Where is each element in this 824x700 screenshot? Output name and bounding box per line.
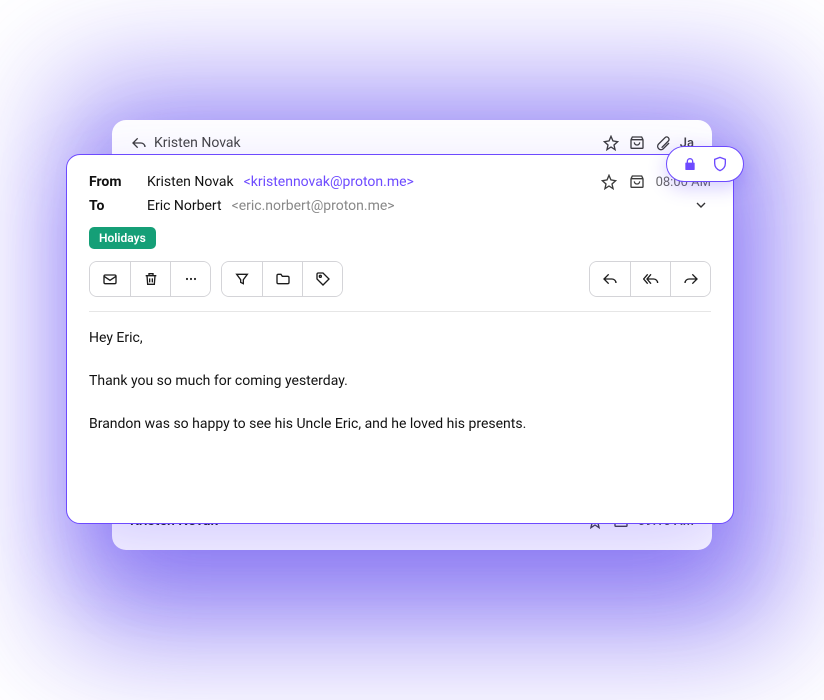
to-name: Eric Norbert (147, 198, 222, 214)
action-group-reply (589, 261, 711, 297)
label-tag[interactable]: Holidays (89, 227, 156, 249)
mark-unread-button[interactable] (90, 262, 130, 296)
from-label: From (89, 174, 137, 190)
folder-button[interactable] (262, 262, 302, 296)
from-email[interactable]: <kristennovak@proton.me> (244, 174, 414, 190)
body-para-2: Thank you so much for coming yesterday. (89, 371, 711, 392)
inbox-icon[interactable] (628, 173, 646, 191)
expand-recipients-button[interactable] (693, 197, 711, 215)
body-para-3: Brandon was so happy to see his Uncle Er… (89, 414, 711, 435)
from-row: From Kristen Novak <kristennovak@proton.… (89, 173, 711, 191)
email-body: Hey Eric, Thank you so much for coming y… (89, 328, 711, 435)
reply-all-button[interactable] (630, 262, 670, 296)
star-icon[interactable] (600, 173, 618, 191)
shield-icon (712, 156, 728, 172)
action-group-1 (89, 261, 211, 297)
star-icon[interactable] (602, 134, 620, 152)
attachment-icon[interactable] (654, 134, 672, 152)
email-detail-card: From Kristen Novak <kristennovak@proton.… (66, 154, 734, 524)
body-para-1: Hey Eric, (89, 328, 711, 349)
filter-button[interactable] (222, 262, 262, 296)
to-label: To (89, 198, 137, 214)
reply-button[interactable] (590, 262, 630, 296)
forward-button[interactable] (670, 262, 710, 296)
inbox-icon[interactable] (628, 134, 646, 152)
trash-button[interactable] (130, 262, 170, 296)
prev-email-sender: Kristen Novak (130, 134, 241, 152)
label-button[interactable] (302, 262, 342, 296)
lock-icon (682, 156, 698, 172)
more-button[interactable] (170, 262, 210, 296)
email-toolbar (89, 261, 711, 312)
from-name: Kristen Novak (147, 174, 234, 190)
to-email[interactable]: <eric.norbert@proton.me> (232, 198, 395, 214)
security-badge[interactable] (666, 146, 744, 182)
to-row: To Eric Norbert <eric.norbert@proton.me> (89, 197, 711, 215)
reply-icon (130, 134, 148, 152)
action-group-2 (221, 261, 343, 297)
